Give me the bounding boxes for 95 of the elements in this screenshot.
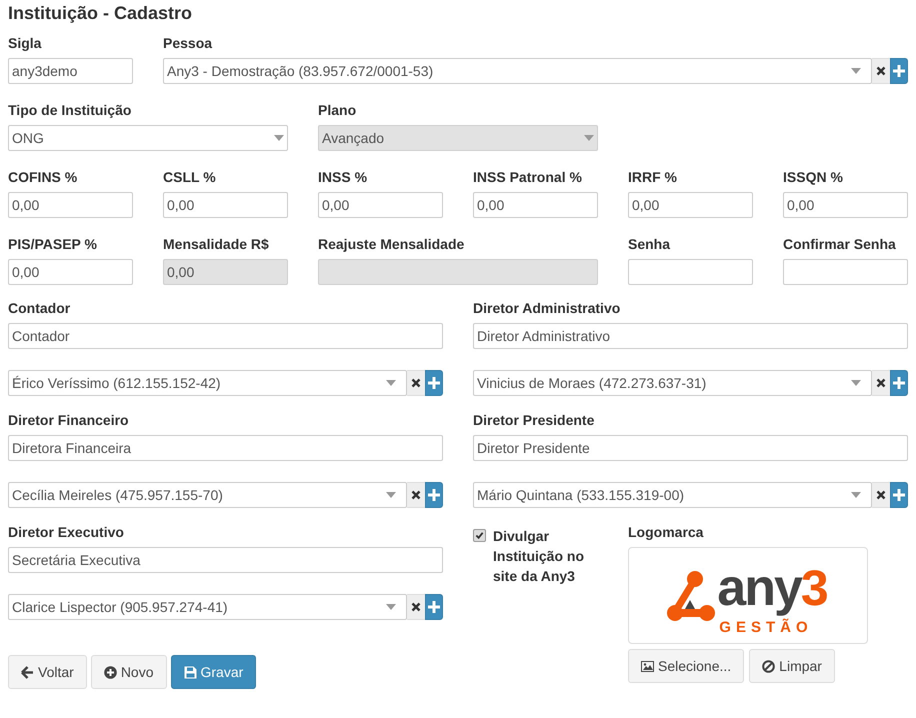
add-button[interactable] xyxy=(890,58,908,84)
field-label: IRRF % xyxy=(628,169,677,185)
field-label: PIS/PASEP % xyxy=(8,236,97,252)
close-icon xyxy=(411,490,421,500)
new-button[interactable]: Novo xyxy=(90,655,166,689)
select-field[interactable]: Vinicius de Moraes (472.273.637-31) xyxy=(473,370,872,396)
field-label: Sigla xyxy=(8,35,42,51)
back-button[interactable]: Voltar xyxy=(8,655,87,689)
close-icon xyxy=(876,490,886,500)
clear-button[interactable] xyxy=(872,370,890,396)
caret-icon xyxy=(386,492,396,498)
plus-icon xyxy=(428,601,440,613)
input-field[interactable]: Contador xyxy=(8,323,443,349)
save-button[interactable]: Gravar xyxy=(170,655,256,689)
clear-button[interactable] xyxy=(872,482,890,508)
input-field[interactable] xyxy=(628,259,753,285)
checkbox-label: Divulgar Instituição no site da Any3 xyxy=(493,527,585,586)
picture-icon xyxy=(641,660,654,672)
input-field[interactable]: 0,00 xyxy=(783,192,908,218)
plus-icon xyxy=(893,377,905,389)
input-field: 0,00 xyxy=(163,259,288,285)
field-label: Tipo de Instituição xyxy=(8,102,132,118)
close-icon xyxy=(411,378,421,388)
close-icon xyxy=(411,602,421,612)
field-label: COFINS % xyxy=(8,169,78,185)
add-button[interactable] xyxy=(890,370,908,396)
plus-circle-icon xyxy=(104,666,117,678)
field-label: Logomarca xyxy=(628,524,704,540)
field-label: Diretor Executivo xyxy=(8,524,124,540)
ban-icon xyxy=(762,660,776,672)
input-field[interactable]: any3demo xyxy=(8,58,133,84)
input-field[interactable]: 0,00 xyxy=(473,192,598,218)
field-label: Reajuste Mensalidade xyxy=(318,236,464,252)
field-label: INSS % xyxy=(318,169,368,185)
field-label: Diretor Presidente xyxy=(473,412,594,428)
input-field[interactable]: Secretária Executiva xyxy=(8,547,443,573)
field-label: Mensalidade R$ xyxy=(163,236,269,252)
input-field[interactable] xyxy=(783,259,908,285)
input-field[interactable]: 0,00 xyxy=(163,192,288,218)
field-label: Confirmar Senha xyxy=(783,236,896,252)
caret-icon xyxy=(851,380,861,386)
field-label: CSLL % xyxy=(163,169,216,185)
select-field[interactable]: Cecília Meireles (475.957.155-70) xyxy=(8,482,407,508)
caret-icon xyxy=(851,68,861,74)
plus-icon xyxy=(428,489,440,501)
logo-tagline: GESTÃO xyxy=(719,620,813,636)
add-button[interactable] xyxy=(425,482,443,508)
plus-icon xyxy=(893,65,905,77)
close-icon xyxy=(876,378,886,388)
logo-digit: 3 xyxy=(800,558,829,616)
clear-button[interactable]: Limpar xyxy=(749,649,835,683)
checkbox[interactable] xyxy=(473,529,486,542)
caret-icon xyxy=(386,380,396,386)
field-label: Diretor Administrativo xyxy=(473,300,620,316)
input-field[interactable]: 0,00 xyxy=(318,192,443,218)
close-icon xyxy=(876,66,886,76)
clear-button[interactable] xyxy=(407,482,425,508)
field-label: Contador xyxy=(8,300,70,316)
input-field[interactable]: Diretora Financeira xyxy=(8,435,443,461)
plus-icon xyxy=(428,377,440,389)
select-field[interactable]: Clarice Lispector (905.957.274-41) xyxy=(8,594,407,620)
input-field[interactable]: 0,00 xyxy=(8,259,133,285)
page-title: Instituição - Cadastro xyxy=(8,3,194,23)
caret-icon xyxy=(386,604,396,610)
caret-icon xyxy=(584,135,594,141)
add-button[interactable] xyxy=(425,594,443,620)
select-field: Avançado xyxy=(318,125,598,151)
add-button[interactable] xyxy=(890,482,908,508)
select-field[interactable]: Érico Veríssimo (612.155.152-42) xyxy=(8,370,407,396)
select-image-button[interactable]: Selecione... xyxy=(628,649,744,683)
field-label: Pessoa xyxy=(163,35,212,51)
input-field[interactable]: Diretor Presidente xyxy=(473,435,908,461)
caret-icon xyxy=(851,492,861,498)
add-button[interactable] xyxy=(425,370,443,396)
field-label: Senha xyxy=(628,236,670,252)
select-field[interactable]: Any3 - Demostração (83.957.672/0001-53) xyxy=(163,58,872,84)
clear-button[interactable] xyxy=(407,370,425,396)
input-field[interactable]: 0,00 xyxy=(8,192,133,218)
logo-icon xyxy=(667,570,716,622)
check-icon xyxy=(475,531,484,540)
clear-button[interactable] xyxy=(872,58,890,84)
logo-wordmark: any xyxy=(717,558,801,618)
input-field[interactable]: 0,00 xyxy=(628,192,753,218)
clear-button[interactable] xyxy=(407,594,425,620)
field-label: INSS Patronal % xyxy=(473,169,582,185)
arrow-left-icon xyxy=(21,666,34,678)
select-field[interactable]: ONG xyxy=(8,125,288,151)
input-field[interactable]: Diretor Administrativo xyxy=(473,323,908,349)
field-label: Plano xyxy=(318,102,356,118)
field-label: ISSQN % xyxy=(783,169,843,185)
field-label: Diretor Financeiro xyxy=(8,412,129,428)
floppy-icon xyxy=(184,666,196,678)
caret-icon xyxy=(274,135,284,141)
plus-icon xyxy=(893,489,905,501)
select-field[interactable]: Mário Quintana (533.155.319-00) xyxy=(473,482,872,508)
